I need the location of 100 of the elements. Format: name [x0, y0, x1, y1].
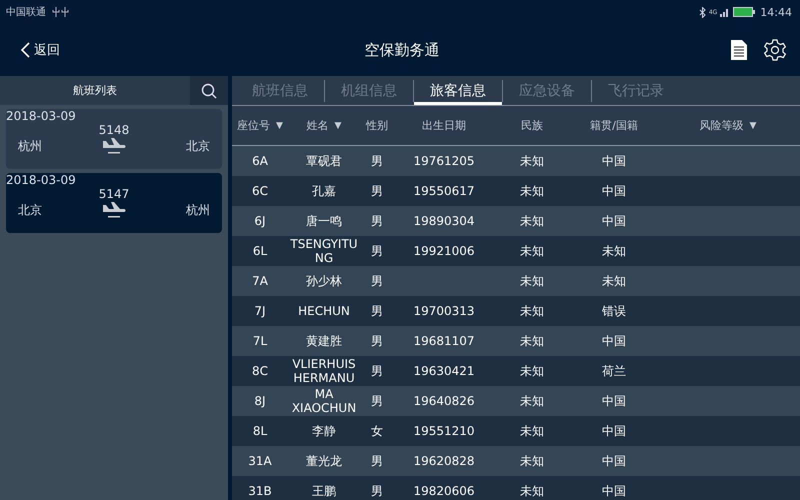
table-cell: 19761205 [413, 154, 475, 168]
search-icon [201, 82, 217, 98]
table-cell: 男 [371, 394, 383, 408]
app-title: 空保勤务通 [364, 40, 440, 60]
table-cell: 6C [252, 184, 268, 198]
usb-icon [52, 7, 70, 17]
table-cell: 7J [254, 304, 266, 318]
table-cell: 6J [254, 214, 266, 228]
table-cell: 6A [252, 154, 268, 168]
flight-number: 5148 [98, 123, 130, 137]
back-button[interactable]: 返回 [18, 39, 62, 61]
table-cell: 未知 [520, 184, 544, 198]
sort-icon[interactable]: ▼ [750, 120, 756, 130]
table-cell: 19820606 [413, 484, 475, 498]
table-cell: 未知 [520, 214, 544, 228]
table-cell: HECHUN [298, 304, 350, 318]
table-cell: 19700313 [413, 304, 475, 318]
table-cell: 中国 [602, 394, 626, 408]
flight-card[interactable]: 2018-03-09 5148 杭州 北京 [6, 109, 222, 169]
table-cell: 中国 [602, 424, 626, 438]
table-cell: 19890304 [413, 214, 475, 228]
table-cell: 李静 [312, 424, 336, 438]
sort-icon[interactable]: ▼ [334, 120, 342, 130]
flight-date: 2018-03-09 [6, 173, 77, 187]
column-header[interactable]: 座位号 [237, 118, 270, 133]
flight-number: 5147 [98, 187, 130, 201]
table-cell-text: VLIERHUIS HERMANU [291, 357, 357, 385]
table-cell: 未知 [520, 334, 544, 348]
table-cell: 7L [252, 334, 268, 348]
table-cell: 31A [248, 454, 272, 468]
table-cell: 中国 [602, 154, 626, 168]
table-cell: 中国 [602, 334, 626, 348]
table-cell: 19640826 [413, 394, 475, 408]
plane-icon [101, 137, 127, 155]
sort-icon[interactable]: ▼ [276, 120, 283, 130]
back-icon [20, 42, 30, 58]
table-cell: 孙少林 [306, 274, 342, 288]
table-cell: 男 [371, 244, 383, 258]
table-cell: 未知 [520, 244, 544, 258]
table-cell: 31B [248, 484, 272, 498]
table-cell: 唐一鸣 [306, 214, 342, 228]
table-cell: 19630421 [413, 364, 475, 378]
column-header[interactable]: 民族 [521, 118, 543, 133]
table-cell: 中国 [602, 184, 626, 198]
table-cell: 男 [371, 364, 383, 378]
table-cell: 未知 [520, 154, 544, 168]
table-cell: 女 [371, 424, 383, 438]
flight-date: 2018-03-09 [6, 109, 77, 123]
table-cell: 孔嘉 [312, 184, 336, 198]
column-header[interactable]: 出生日期 [422, 118, 466, 133]
table-cell: 男 [371, 184, 383, 198]
table-cell: 19921006 [413, 244, 475, 258]
table-cell: 男 [371, 334, 383, 348]
table-cell-text: TSENGYITUNG [289, 237, 359, 265]
bluetooth-icon [698, 6, 706, 18]
table-cell: 中国 [602, 484, 626, 498]
table-cell: 男 [371, 454, 383, 468]
flight-card[interactable]: 2018-03-09 5147 北京 杭州 [6, 173, 222, 233]
plane-icon [101, 201, 127, 219]
arrival-city: 北京 [186, 138, 210, 154]
carrier-name: 中国联通 [6, 6, 46, 19]
table-cell: 未知 [602, 244, 626, 258]
table-cell: 中国 [602, 214, 626, 228]
departure-city: 杭州 [18, 138, 42, 154]
table-cell: 7A [252, 274, 268, 288]
table-cell: 错误 [602, 304, 626, 318]
table-cell: 王鹏 [312, 484, 336, 498]
table-cell: 19550617 [413, 184, 475, 198]
signal-icon [720, 7, 730, 17]
departure-city: 北京 [18, 202, 42, 218]
table-cell: 未知 [520, 274, 544, 288]
column-header[interactable]: 籍贯/国籍 [590, 118, 638, 133]
table-cell: 覃砚君 [306, 154, 342, 168]
table-cell: 19620828 [413, 454, 475, 468]
table-cell: 男 [371, 214, 383, 228]
table-cell: 未知 [520, 454, 544, 468]
column-header[interactable]: 风险等级 [700, 118, 744, 133]
table-cell: 荷兰 [602, 364, 626, 378]
settings-icon[interactable] [764, 39, 786, 61]
table-cell: 8C [252, 364, 268, 378]
table-cell: 6L [252, 244, 268, 258]
table-cell: 未知 [520, 394, 544, 408]
table-cell: 19681107 [413, 334, 475, 348]
search-button[interactable] [190, 76, 228, 105]
document-icon[interactable] [730, 39, 748, 61]
table-cell: 未知 [520, 424, 544, 438]
battery-icon [733, 7, 756, 17]
panel-title: 航班列表 [72, 83, 118, 99]
table-cell: 董光龙 [306, 454, 342, 468]
column-header[interactable]: 性别 [366, 118, 388, 133]
table-cell: 未知 [602, 274, 626, 288]
table-cell: 男 [371, 274, 383, 288]
table-cell: 黄建胜 [306, 334, 342, 348]
table-cell: 男 [371, 304, 383, 318]
table-cell-text: MA XIAOCHUN [290, 387, 358, 415]
column-header[interactable]: 姓名 [306, 118, 329, 133]
table-cell: 中国 [602, 454, 626, 468]
table-cell: 未知 [520, 304, 544, 318]
arrival-city: 杭州 [186, 202, 210, 218]
table-cell: 8L [252, 424, 268, 438]
